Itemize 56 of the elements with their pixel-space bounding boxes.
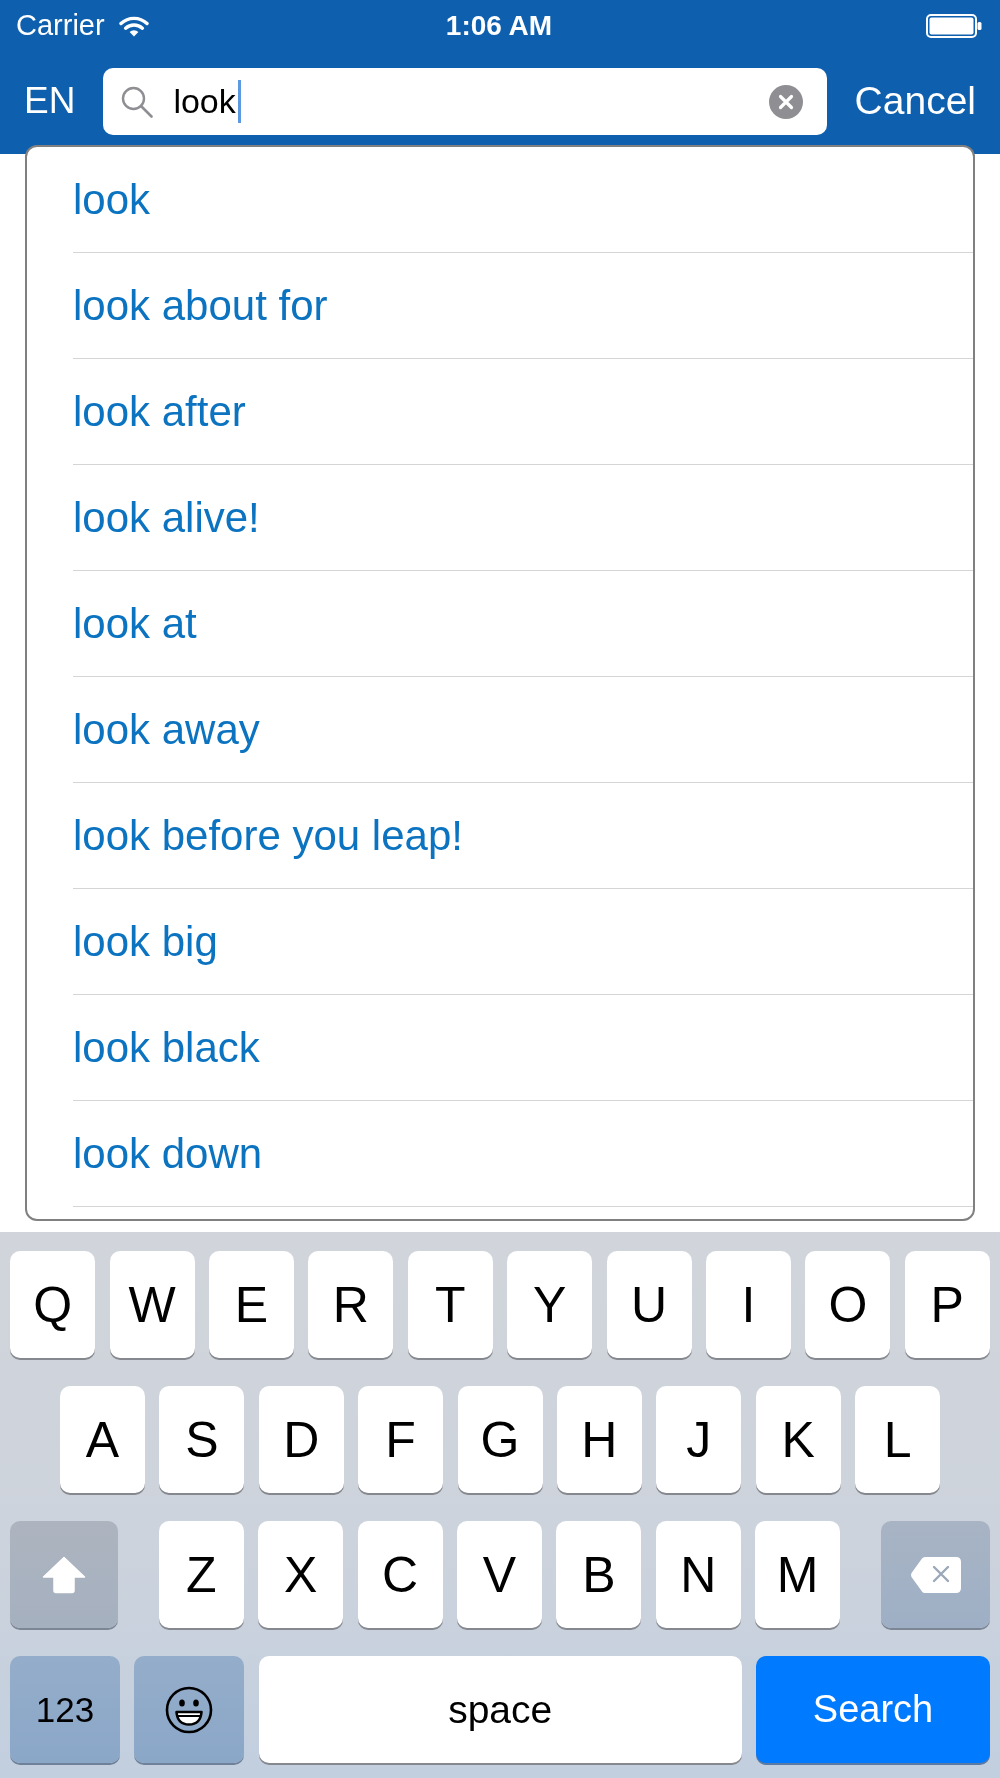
letter-key[interactable]: X: [258, 1521, 344, 1628]
suggestion-item[interactable]: look down: [73, 1101, 973, 1207]
suggestion-item[interactable]: look about for: [73, 253, 973, 359]
suggestion-item[interactable]: look: [73, 147, 973, 253]
letter-key[interactable]: B: [556, 1521, 642, 1628]
search-key[interactable]: Search: [756, 1656, 990, 1763]
shift-arrow-icon: [42, 1555, 86, 1594]
letter-key[interactable]: E: [209, 1251, 294, 1358]
search-icon: [121, 85, 154, 118]
suggestion-item[interactable]: look at: [73, 571, 973, 677]
suggestion-item[interactable]: look alive!: [73, 465, 973, 571]
letter-key[interactable]: Q: [10, 1251, 96, 1358]
letter-key[interactable]: O: [805, 1251, 891, 1358]
search-field[interactable]: look: [103, 68, 827, 135]
text-cursor-icon: [238, 80, 242, 123]
letter-key[interactable]: F: [358, 1386, 444, 1493]
carrier-name: Carrier: [16, 10, 105, 42]
letter-key[interactable]: D: [258, 1386, 344, 1493]
letter-key[interactable]: V: [457, 1521, 542, 1628]
letter-key[interactable]: M: [755, 1521, 841, 1628]
letter-key[interactable]: A: [59, 1386, 145, 1493]
suggestion-item[interactable]: look big: [73, 889, 973, 995]
wifi-icon: [118, 15, 149, 37]
numbers-key[interactable]: 123: [10, 1656, 120, 1763]
smiley-icon: [165, 1685, 214, 1734]
suggestion-item[interactable]: look after: [73, 359, 973, 465]
letter-key[interactable]: S: [159, 1386, 245, 1493]
language-button[interactable]: EN: [24, 80, 76, 123]
letter-key[interactable]: I: [705, 1251, 791, 1358]
suggestion-item[interactable]: look away: [73, 677, 973, 783]
letter-key[interactable]: L: [855, 1386, 941, 1493]
letter-key[interactable]: N: [655, 1521, 741, 1628]
suggestion-item[interactable]: look before you leap!: [73, 783, 973, 889]
space-key[interactable]: space: [258, 1656, 742, 1763]
letter-key[interactable]: U: [606, 1251, 692, 1358]
letter-key[interactable]: K: [755, 1386, 841, 1493]
status-time: 1:06 AM: [445, 10, 553, 42]
letter-key[interactable]: T: [407, 1251, 493, 1358]
backspace-icon: [909, 1555, 962, 1594]
letter-key[interactable]: G: [457, 1386, 543, 1493]
letter-key[interactable]: Y: [507, 1251, 593, 1358]
letter-key[interactable]: W: [109, 1251, 195, 1358]
letter-key[interactable]: R: [308, 1251, 394, 1358]
letter-key[interactable]: H: [556, 1386, 642, 1493]
letter-key[interactable]: Z: [158, 1521, 244, 1628]
letter-key[interactable]: J: [656, 1386, 742, 1493]
cancel-button[interactable]: Cancel: [854, 79, 976, 124]
letter-key[interactable]: P: [904, 1251, 990, 1358]
battery-icon: [926, 14, 982, 38]
letter-key[interactable]: C: [357, 1521, 443, 1628]
search-text-input[interactable]: look: [173, 79, 238, 124]
clear-icon[interactable]: [768, 84, 803, 119]
shift-key[interactable]: [10, 1521, 118, 1628]
delete-key[interactable]: [881, 1521, 990, 1628]
suggestion-item[interactable]: look black: [73, 995, 973, 1101]
emoji-key[interactable]: [134, 1656, 245, 1763]
